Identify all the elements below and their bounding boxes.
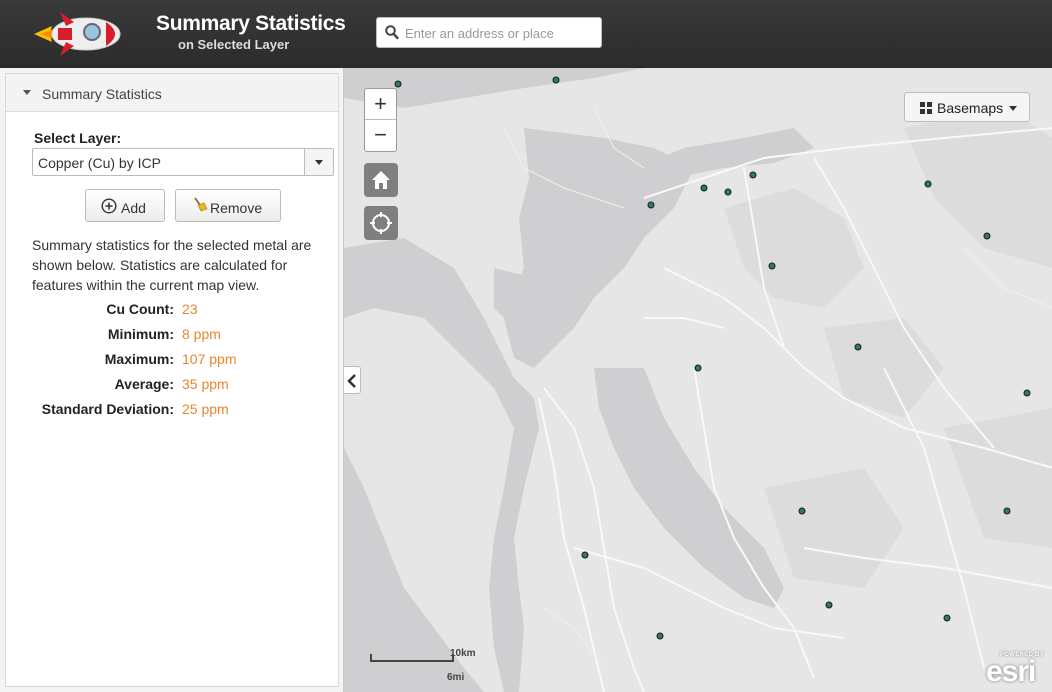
scale-km-label: 10km [450,648,476,659]
app-subtitle: on Selected Layer [178,37,290,52]
app-title: Summary Statistics [156,12,346,35]
locate-button[interactable] [364,206,398,240]
plus-circle-icon [101,198,117,214]
sample-point [656,632,664,640]
chevron-left-icon [347,374,356,388]
stat-label: Maximum: [104,351,174,367]
layer-select[interactable]: Copper (Cu) by ICP [32,148,334,176]
basemaps-button[interactable]: Basemaps [904,92,1030,122]
search-input[interactable] [405,22,595,44]
sample-point [394,80,402,88]
address-search[interactable] [376,17,602,48]
zoom-in-button[interactable]: + [365,89,396,120]
sample-point [854,343,862,351]
grid-icon [920,102,932,114]
sidebar: Summary Statistics Select Layer: Copper … [0,68,343,692]
esri-attribution-logo[interactable]: POWERED BY esri [984,650,1048,688]
layer-select-value[interactable]: Copper (Cu) by ICP [38,155,161,171]
zoom-out-button[interactable]: − [365,120,396,151]
stat-row: Cu Count: 23 [32,301,332,326]
search-icon[interactable] [385,25,399,40]
stats-description: Summary statistics for the selected meta… [32,237,312,293]
panel-header[interactable]: Summary Statistics [6,74,338,112]
stat-row: Standard Deviation: 25 ppm [32,401,332,426]
sample-point [768,262,776,270]
select-layer-label: Select Layer: [34,130,122,146]
scale-bar: 10km 6mi [370,648,476,683]
sample-point [724,188,732,196]
home-icon [372,171,390,189]
scale-mi-label: 6mi [447,672,465,683]
stat-value: 25 ppm [182,401,229,417]
collapse-sidebar-button[interactable] [344,366,361,394]
remove-label: Remove [210,200,263,216]
sample-point [1023,389,1031,397]
stat-value: 35 ppm [182,376,229,392]
chevron-down-icon [315,160,323,165]
sample-point [647,201,655,209]
panel-title[interactable]: Summary Statistics [42,86,162,102]
stat-row: Maximum: 107 ppm [32,351,332,376]
zoom-control: + − [364,88,397,152]
sample-point [552,76,560,84]
scale-tick [370,654,372,662]
stat-label: Minimum: [107,326,174,342]
sample-point [749,171,757,179]
sample-point [798,507,806,515]
esri-brand-text: esri [986,655,1036,688]
stat-value: 8 ppm [182,326,221,342]
sample-point [825,601,833,609]
stat-value: 107 ppm [182,351,237,367]
stats-table: Cu Count: 23 Minimum: 8 ppm Maximum: 107… [32,301,332,426]
sample-point [581,551,589,559]
broom-icon [194,197,208,212]
remove-button[interactable]: Remove [175,189,281,222]
stat-row: Minimum: 8 ppm [32,326,332,351]
add-label: Add [121,200,146,216]
sample-point [943,614,951,622]
map-view[interactable]: + − Basemaps 10km 6mi POWERED BY esri [343,68,1052,692]
rocket-logo-icon [34,12,121,56]
basemaps-label: Basemaps [937,100,1004,116]
stat-value: 23 [182,301,198,317]
basemap-canvas[interactable] [344,68,1052,692]
select-dropdown-button[interactable] [304,149,333,175]
sample-point [1003,507,1011,515]
summary-panel: Summary Statistics Select Layer: Copper … [5,73,339,687]
caret-down-icon [1009,106,1017,111]
sample-point [694,364,702,372]
stat-label: Average: [114,376,174,392]
sample-point [700,184,708,192]
add-button[interactable]: Add [85,189,165,222]
stat-label: Standard Deviation: [41,401,174,417]
stat-row: Average: 35 ppm [32,376,332,401]
caret-down-icon[interactable] [23,90,31,95]
app-header: Summary Statistics on Selected Layer [0,0,1052,68]
crosshair-icon [370,212,392,234]
stat-label: Cu Count: [106,301,174,317]
sample-point [983,232,991,240]
scale-line [370,660,454,662]
sample-point [924,180,932,188]
home-button[interactable] [364,163,398,197]
